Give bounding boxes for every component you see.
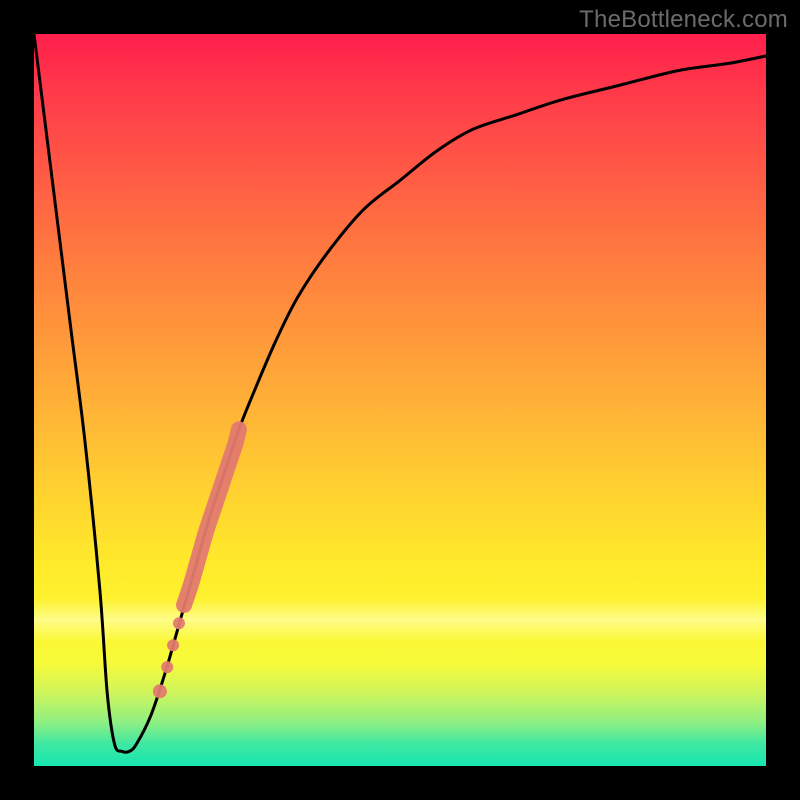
bottleneck-curve: [34, 34, 766, 752]
chart-svg: [34, 34, 766, 766]
highlight-dot: [161, 661, 173, 673]
highlight-dot: [153, 684, 167, 698]
highlight-dot: [173, 617, 185, 629]
highlight-dot: [167, 639, 179, 651]
chart-frame: TheBottleneck.com: [0, 0, 800, 800]
highlight-segment: [184, 429, 239, 605]
plot-area: [34, 34, 766, 766]
watermark-text: TheBottleneck.com: [579, 6, 788, 34]
